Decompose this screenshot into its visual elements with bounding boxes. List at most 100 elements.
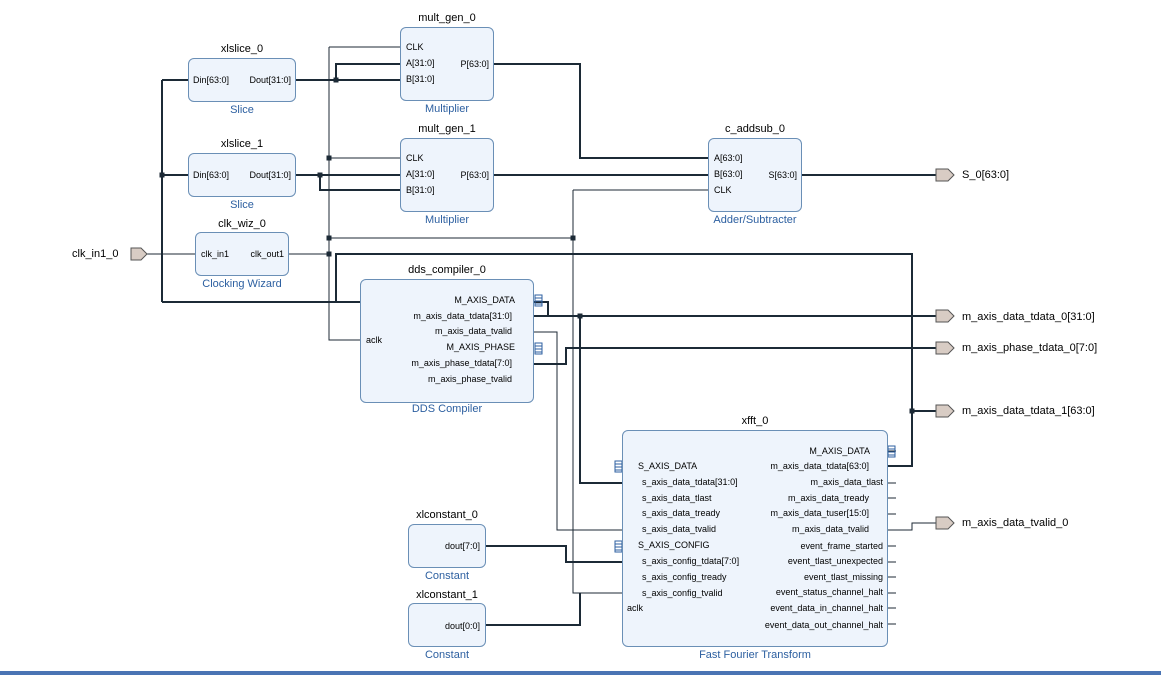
port-m-axis-data-tvalid-0-label: m_axis_data_tvalid_0 [962, 517, 1069, 529]
port-m-axis-phase-tdata-0-icon[interactable] [935, 341, 955, 355]
mult-gen-0-a-pin: A[31:0] [406, 58, 435, 68]
xfft-left-pin: S_AXIS_DATA [638, 461, 698, 471]
port-s-0-label: S_0[63:0] [962, 169, 1010, 181]
mult-gen-1-a-pin: A[31:0] [406, 169, 435, 179]
port-s-0-icon[interactable] [935, 168, 955, 182]
dds-m-axis-data-tdata-pin: m_axis_data_tdata[31:0] [413, 311, 512, 321]
mult-gen-1-title: mult_gen_1 [418, 123, 476, 135]
net-junction [326, 235, 332, 241]
c-addsub-0-b-pin: B[63:0] [714, 169, 743, 179]
bus-interface-icon [614, 460, 623, 473]
net-slice0-a [296, 63, 400, 81]
mult-gen-0-title: mult_gen_0 [418, 12, 476, 24]
dds-m-axis-phase-pin: M_AXIS_PHASE [446, 342, 515, 352]
port-m-axis-data-tdata-0-label: m_axis_data_tdata_0[31:0] [962, 311, 1095, 323]
xfft-left-pin: s_axis_config_tvalid [642, 588, 723, 598]
xlslice-0-dout-pin: Dout[31:0] [249, 75, 291, 85]
mult-gen-1-clk-pin: CLK [406, 153, 424, 163]
c-addsub-0-title: c_addsub_0 [725, 123, 785, 135]
xfft-right-pin: m_axis_data_tuser[15:0] [770, 508, 869, 518]
window-bottom-border [0, 671, 1161, 675]
c-addsub-0-clk-pin: CLK [714, 185, 732, 195]
xfft-right-pin: m_axis_data_tvalid [791, 524, 869, 534]
port-m-axis-data-tvalid-0-icon[interactable] [935, 516, 955, 530]
dds-m-axis-data-tvalid-pin: m_axis_data_tvalid [434, 326, 512, 336]
net-junction [909, 408, 915, 414]
xfft-0-title: xfft_0 [741, 415, 769, 427]
net-junction [326, 251, 332, 257]
port-m-axis-data-tdata-1-icon[interactable] [935, 404, 955, 418]
xlconstant-0-dout-pin: dout[7:0] [444, 541, 480, 551]
c-addsub-0-type: Adder/Subtracter [713, 214, 797, 226]
net-junction [570, 235, 576, 241]
net-const1 [486, 608, 581, 626]
xfft-right-pin: event_frame_started [800, 541, 883, 551]
net-mult0-p [494, 63, 708, 159]
xlslice-1-din-pin: Din[63:0] [193, 170, 230, 180]
xfft-0-type: Fast Fourier Transform [699, 649, 811, 661]
xfft-right-pin: m_axis_data_tlast [810, 477, 883, 487]
mult-gen-0-clk-pin: CLK [406, 42, 424, 52]
net-dds-tvalid [534, 331, 622, 531]
clk-wiz-0-type: Clocking Wizard [202, 278, 282, 290]
bus-interface-icon [534, 342, 543, 355]
xfft-right-pin: event_data_in_channel_halt [770, 603, 883, 613]
xlslice-1-title: xlslice_1 [220, 138, 264, 150]
mult-gen-0-b-pin: B[31:0] [406, 74, 435, 84]
xlslice-1-dout-pin: Dout[31:0] [249, 170, 291, 180]
xlconstant-1-dout-pin: dout[0:0] [444, 621, 480, 631]
mult-gen-0-p-pin: P[63:0] [460, 59, 489, 69]
net-clk-vertical [328, 47, 360, 341]
wiring-canvas [130, 46, 955, 626]
xfft-right-pin: event_status_channel_halt [775, 587, 883, 597]
dds-m-axis-data-pin: M_AXIS_DATA [454, 295, 515, 305]
dds-compiler-0-title: dds_compiler_0 [408, 264, 486, 276]
bus-interface-icon [887, 445, 896, 458]
port-m-axis-data-tdata-1-label: m_axis_data_tdata_1[63:0] [962, 405, 1095, 417]
mult-gen-0-type: Multiplier [424, 103, 469, 115]
xfft-right-pin: event_tlast_missing [803, 572, 883, 582]
dds-m-axis-phase-tdata-pin: m_axis_phase_tdata[7:0] [411, 358, 512, 368]
xlslice-1-type: Slice [230, 199, 254, 211]
net-dds-phase-tdata [534, 347, 936, 365]
c-addsub-0-s-pin: S[63:0] [768, 170, 797, 180]
port-m-axis-phase-tdata-0-label: m_axis_phase_tdata_0[7:0] [962, 342, 1098, 354]
xlconstant-0-title: xlconstant_0 [416, 509, 478, 521]
xfft-left-pin: s_axis_data_tlast [642, 493, 712, 503]
dds-compiler-0-type: DDS Compiler [411, 403, 483, 415]
net-junction [317, 172, 323, 178]
xlconstant-1-title: xlconstant_1 [416, 589, 478, 601]
bus-interface-icon [534, 294, 543, 307]
mult-gen-1-b-pin: B[31:0] [406, 185, 435, 195]
net-junction [333, 77, 339, 83]
xlslice-0-type: Slice [230, 104, 254, 116]
clk-wiz-0-clk-in-pin: clk_in1 [201, 249, 230, 259]
xlconstant-0-type: Constant [424, 570, 470, 582]
clk-wiz-0-title: clk_wiz_0 [218, 218, 266, 230]
xfft-right-pin: m_axis_data_tdata[63:0] [770, 461, 869, 471]
net-dds-tdata-to-fft [579, 316, 622, 484]
xfft-right-pin: event_tlast_unexpected [787, 556, 883, 566]
xfft-left-pin: s_axis_data_tvalid [642, 524, 717, 534]
mult-gen-1-p-pin: P[63:0] [460, 170, 489, 180]
xfft-right-pin: M_AXIS_DATA [809, 446, 870, 456]
dds-m-axis-phase-tvalid-pin: m_axis_phase_tvalid [427, 374, 512, 384]
port-clk-in1-0-label: clk_in1_0 [72, 248, 119, 260]
port-clk-in1-0-icon[interactable] [130, 247, 148, 261]
net-junction [159, 172, 165, 178]
xlslice-0-din-pin: Din[63:0] [193, 75, 230, 85]
xfft-right-pin: m_axis_data_tready [787, 493, 869, 503]
port-m-axis-data-tdata-0-icon[interactable] [935, 309, 955, 323]
c-addsub-0-a-pin: A[63:0] [714, 153, 743, 163]
xfft-right-pin: event_data_out_channel_halt [764, 620, 883, 630]
xlconstant-1-type: Constant [424, 649, 470, 661]
mult-gen-1-type: Multiplier [424, 214, 469, 226]
net-slice1-b [319, 175, 400, 191]
net-const0-config [486, 545, 622, 563]
xfft-left-pin: aclk [627, 603, 644, 613]
net-fft-tvalid [888, 522, 936, 531]
xlslice-0-title: xlslice_0 [220, 43, 264, 55]
xfft-left-pin: s_axis_config_tready [642, 572, 727, 582]
clk-wiz-0-clk-out-pin: clk_out1 [250, 249, 284, 259]
xfft-left-pin: S_AXIS_CONFIG [638, 540, 710, 550]
